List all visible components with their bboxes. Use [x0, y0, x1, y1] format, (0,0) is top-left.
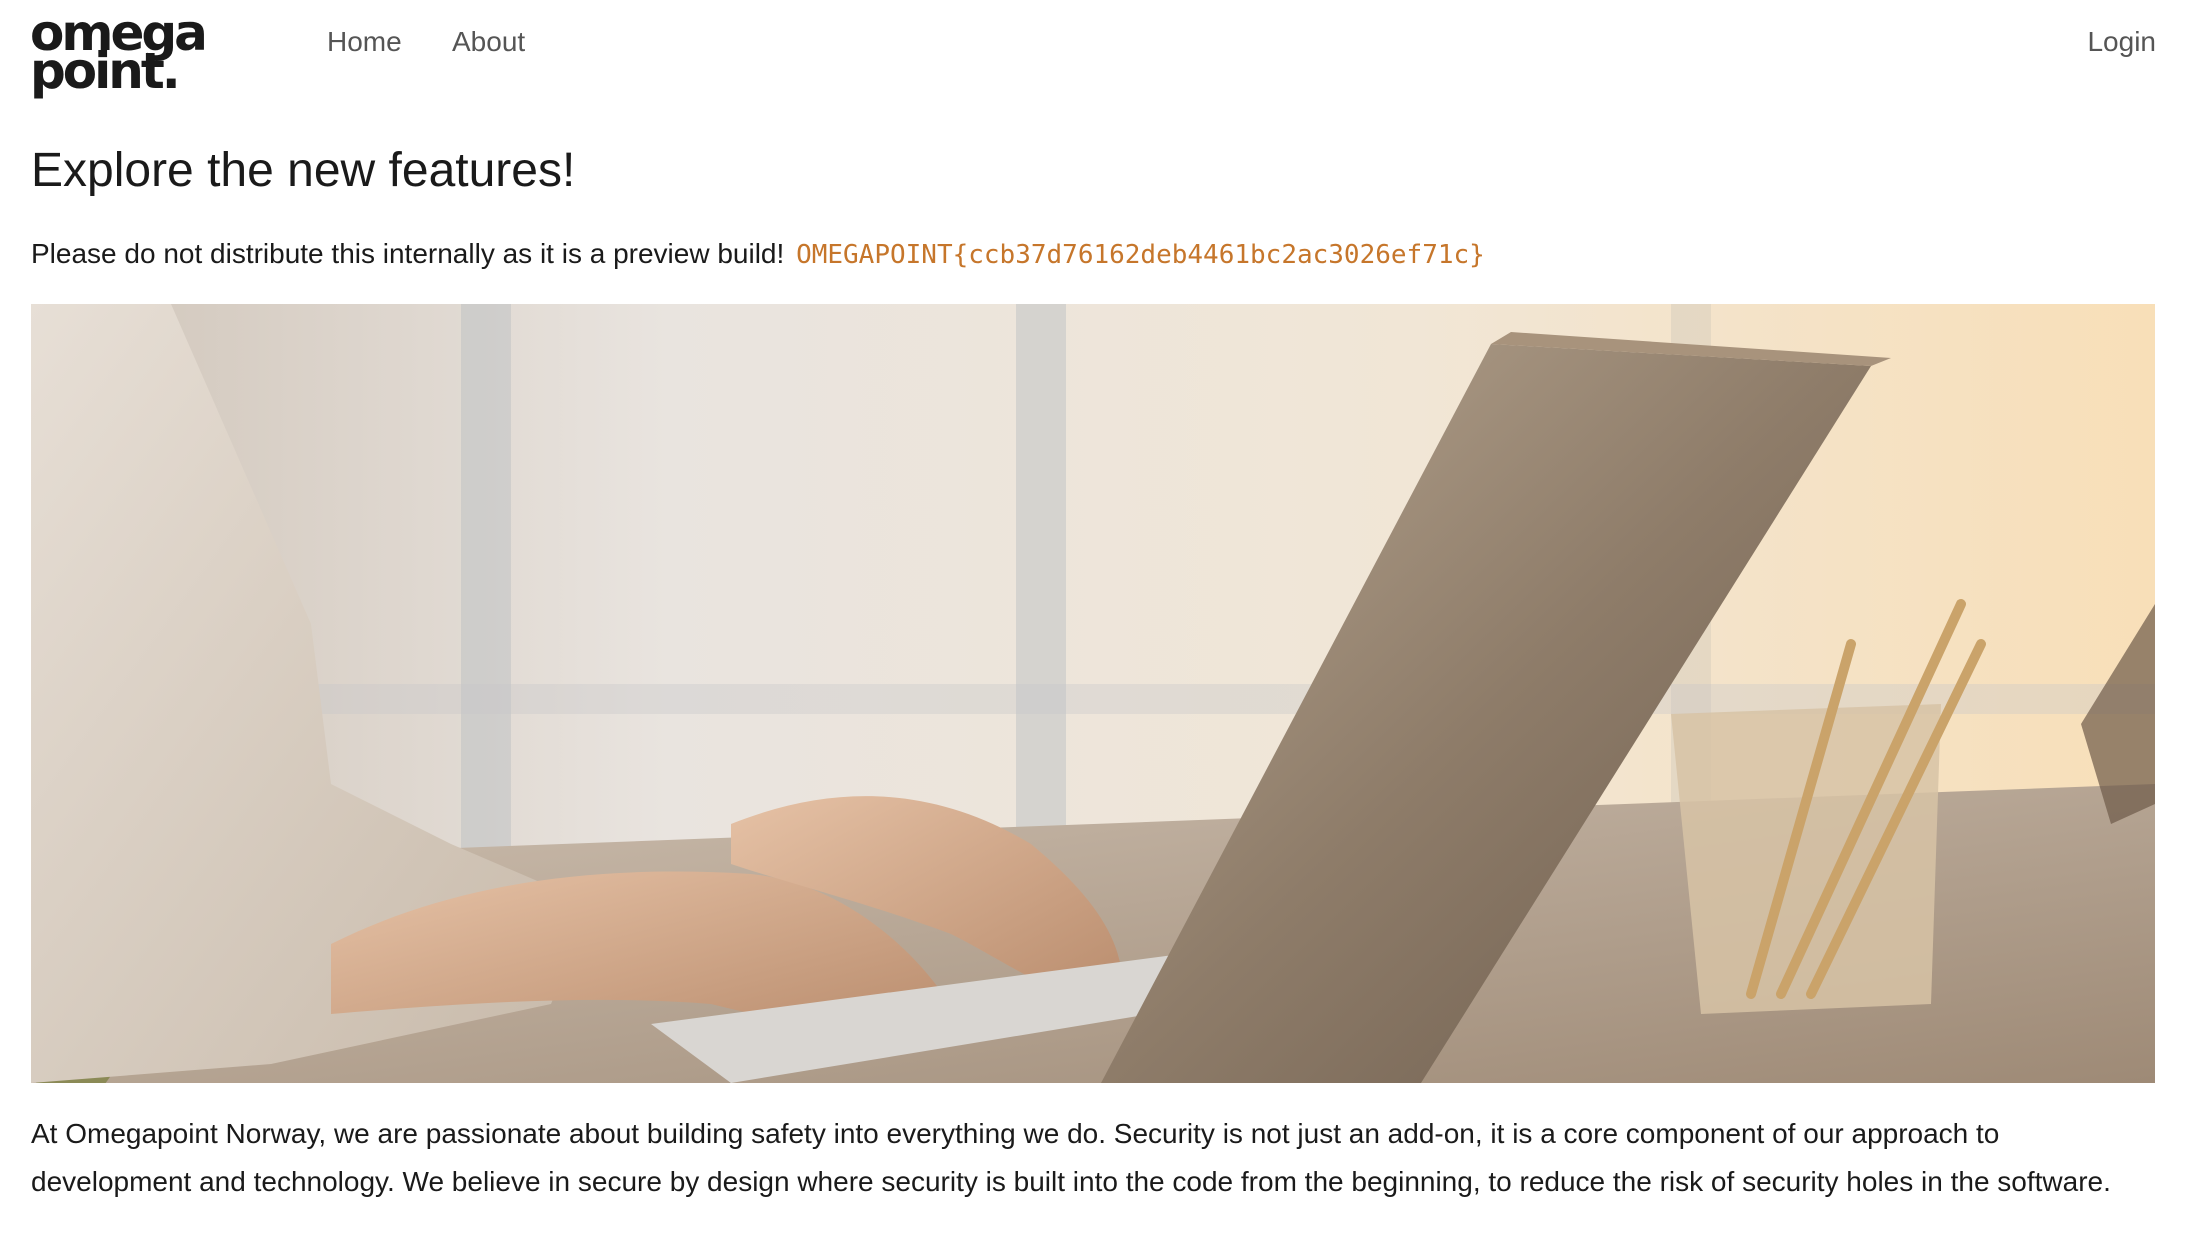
nav-link-login[interactable]: Login: [2087, 26, 2156, 58]
navbar: omega point. Home About Login: [0, 0, 2186, 110]
hero-image: [31, 304, 2155, 1083]
page-title: Explore the new features!: [31, 144, 576, 197]
nav-link-home[interactable]: Home: [327, 26, 402, 58]
preview-notice: Please do not distribute this internally…: [31, 238, 1485, 270]
omegapoint-logo[interactable]: omega point.: [30, 8, 245, 96]
intro-paragraph: At Omegapoint Norway, we are passionate …: [31, 1118, 2111, 1197]
page: omega point. Home About Login Explore th…: [0, 0, 2186, 1238]
flag-code: OMEGAPOINT{ccb37d76162deb4461bc2ac3026ef…: [796, 240, 1485, 270]
notice-text: Please do not distribute this internally…: [31, 238, 785, 269]
hero-image-graphic: [31, 304, 2155, 1083]
logo-line-2: point.: [30, 42, 181, 100]
nav-link-about[interactable]: About: [452, 26, 525, 58]
